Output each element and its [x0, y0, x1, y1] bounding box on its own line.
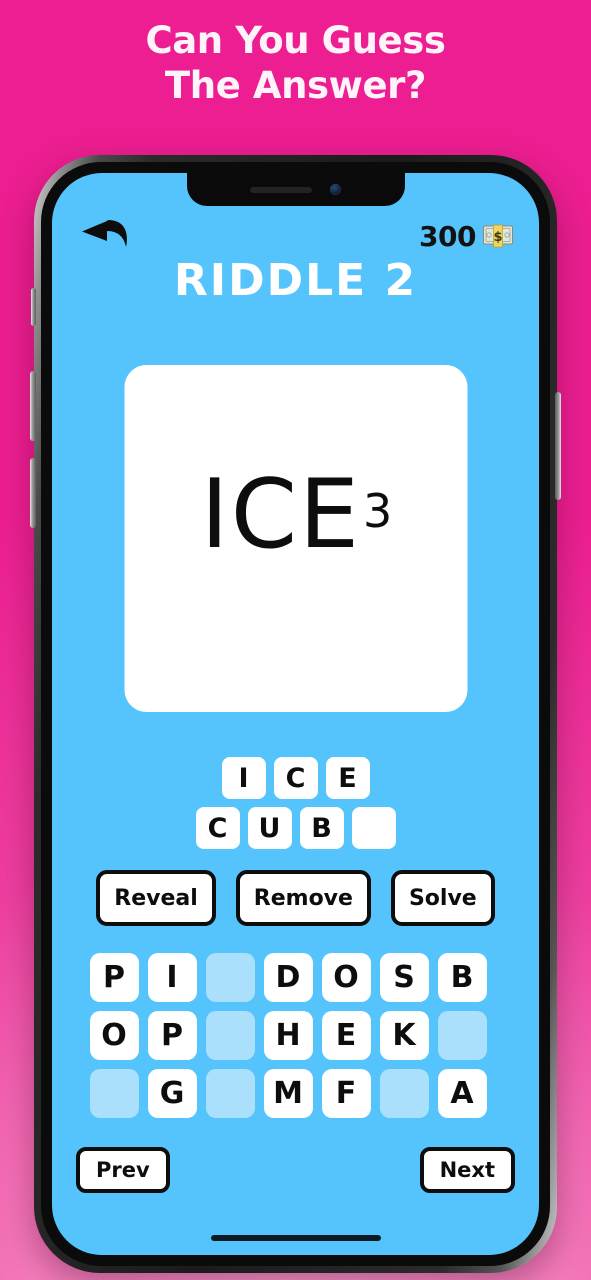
letter-key[interactable]: G	[147, 1069, 197, 1118]
volume-up-button[interactable]	[30, 371, 36, 441]
letter-keyboard: P I D O S B O P H E K G M F A	[89, 953, 502, 1127]
power-button[interactable]	[555, 392, 561, 500]
page-title: RIDDLE 2	[173, 255, 418, 306]
remove-button[interactable]: Remove	[235, 870, 371, 926]
rebus-puzzle-art: ICE3	[124, 460, 467, 570]
mute-switch-button[interactable]	[31, 288, 36, 326]
answer-tile[interactable]: I	[221, 757, 266, 799]
answer-tiles: I C E C U B	[52, 757, 539, 857]
action-button-row: Reveal Remove Solve	[52, 870, 539, 926]
letter-key-used	[379, 1069, 429, 1118]
volume-down-button[interactable]	[30, 458, 36, 528]
letter-key-used	[205, 1069, 255, 1118]
phone-notch	[186, 173, 405, 206]
letter-key-used	[437, 1011, 487, 1060]
next-button[interactable]: Next	[419, 1147, 515, 1193]
back-arrow-icon[interactable]	[78, 217, 130, 255]
reveal-button[interactable]: Reveal	[96, 870, 216, 926]
phone-screen: 300 $ RIDDLE 2 ICE3 I C E C U B Reveal R…	[52, 173, 539, 1255]
letter-key[interactable]: M	[263, 1069, 313, 1118]
letter-key[interactable]: A	[437, 1069, 487, 1118]
earpiece-speaker-icon	[250, 186, 312, 193]
letter-key-used	[89, 1069, 139, 1118]
coin-count-label: 300	[419, 219, 476, 253]
phone-bezel: 300 $ RIDDLE 2 ICE3 I C E C U B Reveal R…	[41, 162, 550, 1266]
letter-key[interactable]: E	[321, 1011, 371, 1060]
headline-line-1: Can You Guess	[145, 19, 446, 62]
promo-headline: Can You Guess The Answer?	[0, 18, 591, 108]
answer-tile[interactable]: C	[273, 757, 318, 799]
answer-row: I C E	[52, 757, 539, 799]
letter-key[interactable]: O	[321, 953, 371, 1002]
headline-line-2: The Answer?	[164, 64, 427, 107]
phone-device-frame: 300 $ RIDDLE 2 ICE3 I C E C U B Reveal R…	[30, 155, 561, 1273]
keyboard-row: G M F A	[89, 1069, 502, 1118]
solve-button[interactable]: Solve	[390, 870, 495, 926]
letter-key[interactable]: S	[379, 953, 429, 1002]
letter-key[interactable]: P	[89, 953, 139, 1002]
front-camera-icon	[330, 184, 341, 195]
letter-key[interactable]: I	[147, 953, 197, 1002]
svg-text:$: $	[493, 230, 502, 245]
letter-key[interactable]: D	[263, 953, 313, 1002]
answer-tile[interactable]: U	[247, 807, 292, 849]
letter-key[interactable]: B	[437, 953, 487, 1002]
letter-key[interactable]: O	[89, 1011, 139, 1060]
app-header: 300 $	[52, 215, 539, 257]
answer-tile[interactable]: E	[325, 757, 370, 799]
letter-key-used	[205, 953, 255, 1002]
answer-tile-empty[interactable]	[351, 807, 396, 849]
rebus-base-text: ICE	[200, 460, 362, 570]
letter-key[interactable]: P	[147, 1011, 197, 1060]
letter-key-used	[205, 1011, 255, 1060]
answer-tile[interactable]: B	[299, 807, 344, 849]
rebus-exponent-text: 3	[363, 483, 393, 538]
bottom-navigation: Prev Next	[76, 1147, 515, 1193]
puzzle-card: ICE3	[124, 365, 467, 712]
coin-balance: 300 $	[419, 220, 513, 253]
home-indicator[interactable]	[210, 1235, 381, 1241]
letter-key[interactable]: H	[263, 1011, 313, 1060]
prev-button[interactable]: Prev	[76, 1147, 170, 1193]
letter-key[interactable]: F	[321, 1069, 371, 1118]
answer-tile[interactable]: C	[195, 807, 240, 849]
answer-row: C U B	[52, 807, 539, 849]
banknote-icon: $	[483, 224, 513, 248]
letter-key[interactable]: K	[379, 1011, 429, 1060]
keyboard-row: O P H E K	[89, 1011, 502, 1060]
keyboard-row: P I D O S B	[89, 953, 502, 1002]
